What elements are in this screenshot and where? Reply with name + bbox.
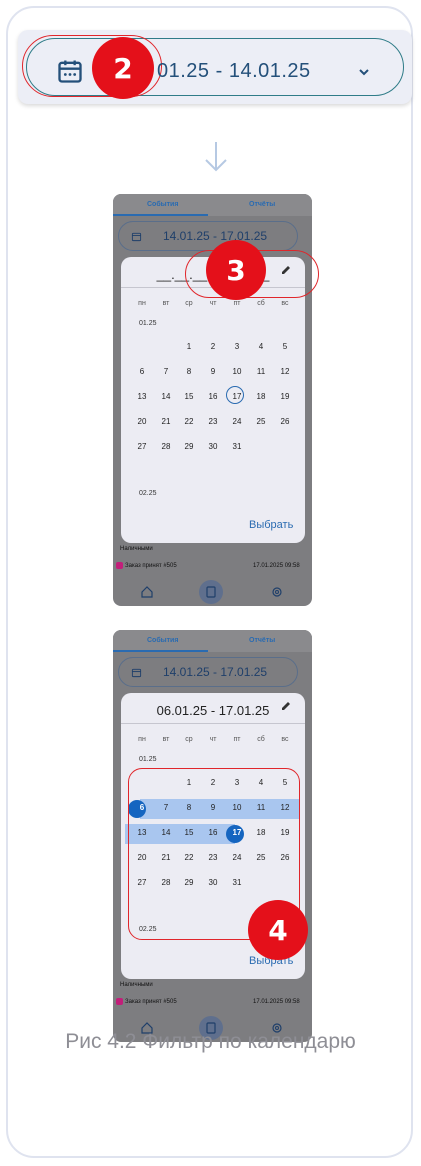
calendar-day[interactable]: 30 xyxy=(201,437,225,457)
pencil-icon[interactable] xyxy=(280,700,292,712)
month-label: 02.25 xyxy=(139,490,157,497)
weekday-label: пн xyxy=(138,300,146,307)
weekday-label: сб xyxy=(257,736,265,743)
cash-label: Наличными xyxy=(120,982,153,988)
order-icon xyxy=(116,562,123,569)
step-badge: 2 xyxy=(92,37,154,99)
calendar-day[interactable]: 6 xyxy=(130,362,154,382)
tab-bar xyxy=(113,630,312,652)
order-icon xyxy=(116,998,123,1005)
weekday-label: ср xyxy=(185,736,193,743)
calendar-day[interactable]: 10 xyxy=(225,362,249,382)
calendar-day[interactable]: 25 xyxy=(249,412,273,432)
order-text[interactable]: Заказ принят #505 xyxy=(125,999,177,1005)
arrow-down-icon xyxy=(205,142,227,172)
calendar-day[interactable]: 22 xyxy=(177,412,201,432)
weekday-label: пт xyxy=(233,736,241,743)
calendar-day[interactable]: 14 xyxy=(154,387,178,407)
order-time: 17.01.2025 09:58 xyxy=(253,999,300,1005)
calendar-day[interactable]: 9 xyxy=(201,362,225,382)
order-text[interactable]: Заказ принят #505 xyxy=(125,563,177,569)
tab-bar xyxy=(113,194,312,216)
calendar-day[interactable]: 26 xyxy=(273,412,297,432)
step-badge: 3 xyxy=(206,240,266,300)
calendar-day[interactable]: 29 xyxy=(177,437,201,457)
step-badge: 4 xyxy=(248,900,308,960)
calendar-icon[interactable] xyxy=(56,57,84,85)
calendar-day[interactable]: 4 xyxy=(249,337,273,357)
calendar-day[interactable]: 2 xyxy=(201,337,225,357)
calendar-day[interactable]: 17 xyxy=(225,387,249,407)
weekday-label: ср xyxy=(185,300,193,307)
tab-events[interactable]: События xyxy=(147,637,178,644)
date-range-text: 14.01.25 - 17.01.25 xyxy=(163,229,268,243)
choose-button[interactable]: Выбрать xyxy=(249,519,293,531)
calendar-icon[interactable] xyxy=(131,231,142,242)
tab-reports[interactable]: Отчёты xyxy=(249,637,275,644)
calendar-day[interactable]: 23 xyxy=(201,412,225,432)
home-icon[interactable] xyxy=(141,586,153,598)
date-range-text: 14.01.25 - 17.01.25 xyxy=(163,665,268,679)
tab-indicator xyxy=(113,650,208,652)
calendar-day[interactable]: 13 xyxy=(130,387,154,407)
month-label: 01.25 xyxy=(139,320,157,327)
calendar-day[interactable]: 7 xyxy=(154,362,178,382)
chevron-down-icon[interactable] xyxy=(356,64,372,80)
calendar-day[interactable]: 12 xyxy=(273,362,297,382)
calendar-day[interactable]: 1 xyxy=(177,337,201,357)
calendar-day[interactable]: 19 xyxy=(273,387,297,407)
calendar-day[interactable]: 27 xyxy=(130,437,154,457)
calendar-day[interactable]: 11 xyxy=(249,362,273,382)
weekday-label: пт xyxy=(233,300,241,307)
calendar-day[interactable]: 21 xyxy=(154,412,178,432)
figure-caption: Рис 4.2 Фильтр по календарю xyxy=(65,1030,356,1053)
calendar-day[interactable]: 18 xyxy=(249,387,273,407)
calendar-day[interactable]: 8 xyxy=(177,362,201,382)
weekday-label: чт xyxy=(209,300,217,307)
gear-icon[interactable] xyxy=(271,586,283,598)
weekday-label: вс xyxy=(281,736,289,743)
tab-indicator xyxy=(113,214,208,216)
weekday-label: сб xyxy=(257,300,265,307)
weekday-label: вт xyxy=(162,300,170,307)
calendar-day[interactable]: 3 xyxy=(225,337,249,357)
calendar-day[interactable]: 15 xyxy=(177,387,201,407)
header-divider xyxy=(121,723,305,724)
calendar-day[interactable]: 5 xyxy=(273,337,297,357)
month-label: 01.25 xyxy=(139,756,157,763)
date-range-header[interactable]: 06.01.25 - 17.01.25 xyxy=(121,703,305,718)
weekday-label: пн xyxy=(138,736,146,743)
document-icon xyxy=(206,586,216,598)
calendar-day[interactable]: 28 xyxy=(154,437,178,457)
order-time: 17.01.2025 09:58 xyxy=(253,563,300,569)
cash-label: Наличными xyxy=(120,546,153,552)
weekday-label: вт xyxy=(162,736,170,743)
weekday-label: вс xyxy=(281,300,289,307)
weekday-label: чт xyxy=(209,736,217,743)
calendar-day[interactable]: 16 xyxy=(201,387,225,407)
date-range-text: 01.25 - 14.01.25 xyxy=(157,60,311,82)
tab-reports[interactable]: Отчёты xyxy=(249,201,275,208)
tab-events[interactable]: События xyxy=(147,201,178,208)
calendar-day[interactable]: 31 xyxy=(225,437,249,457)
calendar-icon[interactable] xyxy=(131,667,142,678)
calendar-day[interactable]: 24 xyxy=(225,412,249,432)
calendar-day[interactable]: 20 xyxy=(130,412,154,432)
